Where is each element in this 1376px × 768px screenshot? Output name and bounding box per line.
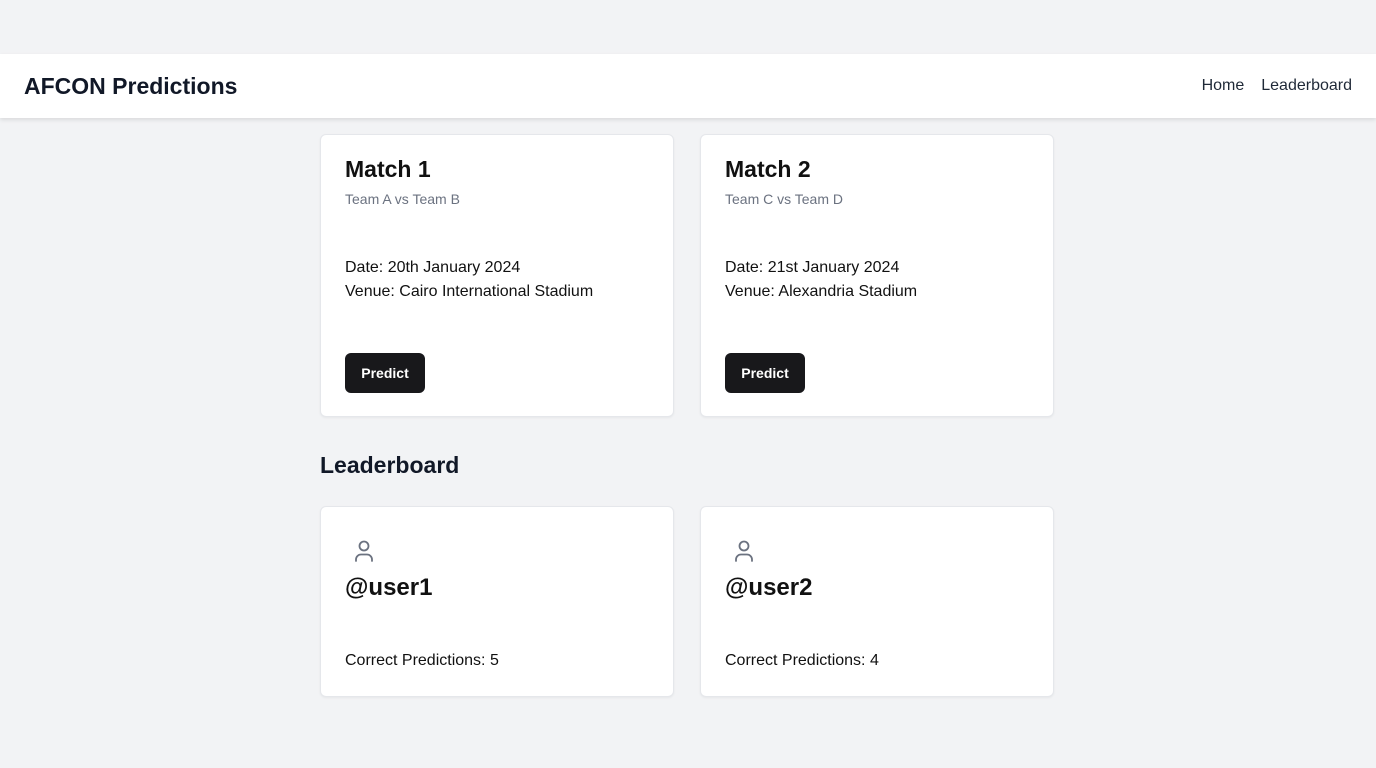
- match-venue: Venue: Alexandria Stadium: [725, 283, 918, 300]
- nav-links: Home Leaderboard: [1202, 77, 1352, 95]
- match-venue: Venue: Cairo International Stadium: [345, 283, 594, 300]
- match-date: Date: 20th January 2024: [345, 259, 521, 276]
- user-handle: @user1: [345, 574, 433, 601]
- match-teams: Team C vs Team D: [725, 191, 843, 207]
- nav-link-leaderboard[interactable]: Leaderboard: [1261, 77, 1352, 95]
- match-title: Match 1: [345, 156, 431, 182]
- match-title: Match 2: [725, 156, 811, 182]
- predict-button[interactable]: Predict: [725, 353, 805, 393]
- predict-button[interactable]: Predict: [345, 353, 425, 393]
- correct-predictions: Correct Predictions: 4: [725, 652, 879, 669]
- site-brand[interactable]: AFCON Predictions: [24, 73, 237, 100]
- match-card: Match 1 Team A vs Team B Date: 20th Janu…: [320, 134, 674, 417]
- match-date: Date: 21st January 2024: [725, 259, 900, 276]
- user-icon: [735, 540, 753, 562]
- correct-predictions: Correct Predictions: 5: [345, 652, 499, 669]
- top-navbar: AFCON Predictions Home Leaderboard: [0, 54, 1376, 118]
- user-handle: @user2: [725, 574, 813, 601]
- match-card: Match 2 Team C vs Team D Date: 21st Janu…: [700, 134, 1054, 417]
- nav-link-home[interactable]: Home: [1202, 77, 1245, 95]
- leaderboard-card: @user2 Correct Predictions: 4: [700, 506, 1054, 697]
- leaderboard-heading: Leaderboard: [320, 452, 460, 478]
- match-teams: Team A vs Team B: [345, 191, 460, 207]
- user-icon: [355, 540, 373, 562]
- leaderboard-card: @user1 Correct Predictions: 5: [320, 506, 674, 697]
